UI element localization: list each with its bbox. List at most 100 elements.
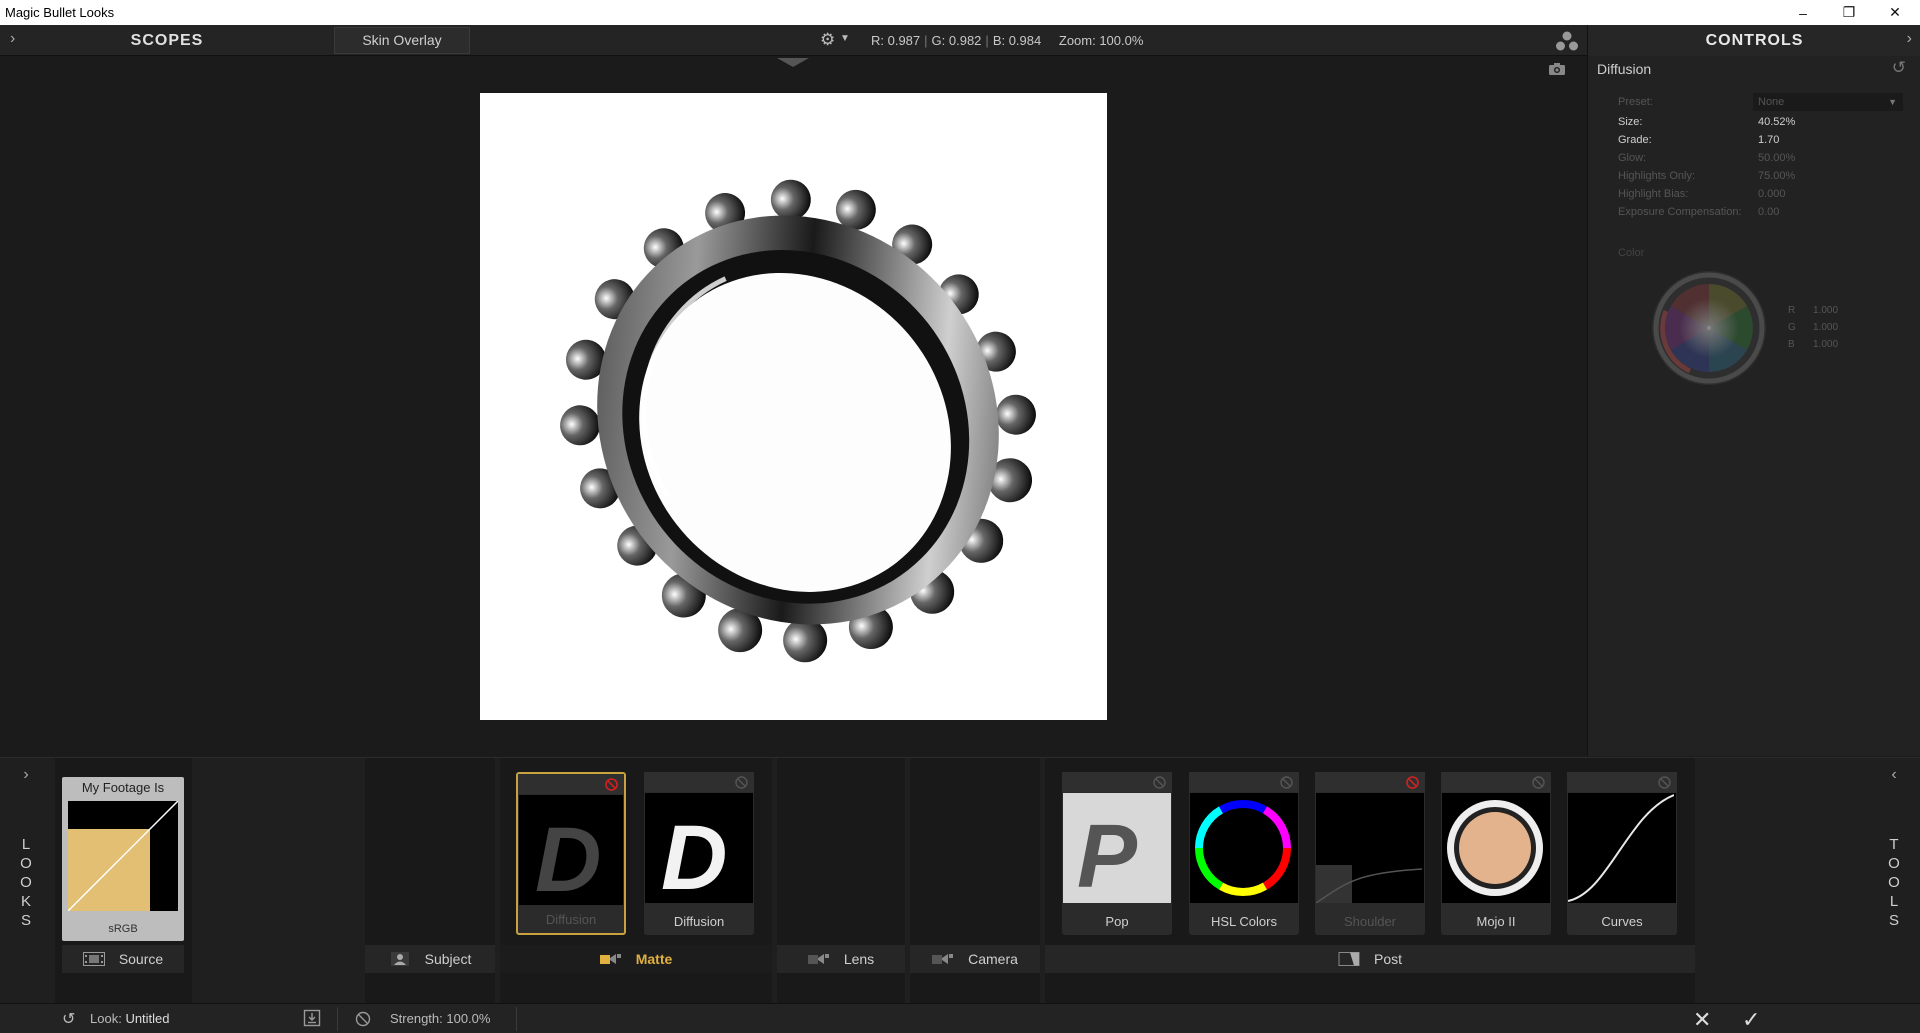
expand-looks-chevron-icon[interactable]: › bbox=[0, 766, 52, 784]
tool-thumbnail bbox=[1568, 793, 1676, 903]
source-label: Source bbox=[118, 951, 164, 967]
viewer-dropdown-arrow-icon[interactable] bbox=[777, 58, 809, 67]
post-category-button[interactable]: Post bbox=[1045, 945, 1695, 973]
cancel-icon[interactable]: ✕ bbox=[1693, 1007, 1711, 1033]
strength-bypass-icon[interactable] bbox=[355, 1011, 371, 1027]
highlight-bias-value[interactable]: 0.000 bbox=[1758, 188, 1786, 200]
tool-thumbnail bbox=[1442, 793, 1550, 903]
metallic-gear-ring-image bbox=[560, 179, 1036, 663]
color-wheel[interactable] bbox=[1650, 269, 1768, 387]
exposure-compensation-value[interactable]: 0.00 bbox=[1758, 206, 1779, 218]
close-window-button[interactable]: ✕ bbox=[1872, 0, 1918, 25]
settings-dropdown-arrow-icon[interactable]: ▼ bbox=[840, 33, 850, 44]
look-prefix: Look: bbox=[90, 1011, 122, 1026]
status-bar: ↺ Look: Untitled Strength: 100.0% ✕ ✓ bbox=[0, 1003, 1920, 1033]
look-name: Untitled bbox=[125, 1011, 170, 1026]
footage-card[interactable]: My Footage Is sRGB bbox=[62, 777, 184, 941]
disable-toggle-icon[interactable] bbox=[1532, 776, 1545, 789]
preset-dropdown[interactable]: None ▼ bbox=[1753, 93, 1903, 111]
snapshot-camera-icon[interactable] bbox=[1548, 62, 1566, 76]
camera-icon bbox=[932, 954, 954, 964]
tool-label: Shoulder bbox=[1343, 914, 1397, 929]
highlight-bias-label: Highlight Bias: bbox=[1618, 188, 1689, 200]
tool-label: Curves bbox=[1601, 914, 1643, 929]
tool-mojo-ii[interactable]: Mojo II bbox=[1441, 772, 1551, 935]
expand-tools-chevron-icon[interactable]: ‹ bbox=[1868, 766, 1920, 784]
scopes-label: SCOPES bbox=[130, 32, 204, 49]
lens-label: Lens bbox=[843, 951, 875, 967]
restore-button[interactable]: ❐ bbox=[1826, 0, 1872, 25]
divider bbox=[337, 1007, 338, 1031]
tool-hsl-colors[interactable]: HSL Colors bbox=[1189, 772, 1299, 935]
disable-toggle-icon[interactable] bbox=[1153, 776, 1166, 789]
pixel-readout: R: 0.987 | G: 0.982 | B: 0.984 Zoom: 100.0% bbox=[871, 33, 1144, 48]
settings-gear-icon[interactable]: ⚙ bbox=[820, 30, 835, 50]
tools-vertical-label: T O O L S bbox=[1888, 836, 1900, 929]
tool-diffusion-disabled[interactable]: D Diffusion bbox=[516, 772, 626, 935]
matte-label: Matte bbox=[635, 951, 673, 967]
lens-category-button[interactable]: Lens bbox=[777, 945, 905, 973]
film-strip-icon bbox=[82, 952, 105, 966]
tool-label: HSL Colors bbox=[1211, 914, 1277, 929]
image-viewer[interactable] bbox=[0, 56, 1586, 756]
person-icon bbox=[390, 952, 409, 966]
tool-label: Mojo II bbox=[1476, 914, 1516, 929]
blue-readout: B: 0.984 bbox=[992, 33, 1042, 48]
footage-colorspace: sRGB bbox=[108, 923, 138, 935]
exposure-compensation-label: Exposure Compensation: bbox=[1618, 206, 1742, 218]
glow-value[interactable]: 50.00% bbox=[1758, 152, 1795, 164]
disable-toggle-icon[interactable] bbox=[1280, 776, 1293, 789]
scopes-header[interactable]: › SCOPES bbox=[0, 25, 334, 56]
matte-category-button[interactable]: Matte bbox=[500, 945, 772, 973]
b-value[interactable]: 1.000 bbox=[1813, 339, 1838, 350]
preview-image bbox=[480, 93, 1107, 720]
subject-label: Subject bbox=[424, 951, 472, 967]
disabled-icon[interactable] bbox=[1406, 776, 1419, 789]
color-r-row: R 1.000 bbox=[1788, 305, 1838, 316]
collapse-controls-chevron-icon[interactable]: › bbox=[1907, 30, 1912, 48]
g-value[interactable]: 1.000 bbox=[1813, 322, 1838, 333]
highlights-only-label: Highlights Only: bbox=[1618, 170, 1696, 182]
disable-toggle-icon[interactable] bbox=[735, 776, 748, 789]
subject-category-button[interactable]: Subject bbox=[365, 945, 495, 973]
reset-icon[interactable]: ↺ bbox=[1892, 58, 1906, 78]
tool-thumbnail bbox=[1316, 793, 1424, 903]
r-value[interactable]: 1.000 bbox=[1813, 305, 1838, 316]
disabled-icon[interactable] bbox=[605, 778, 618, 791]
tool-label: Diffusion bbox=[673, 914, 725, 929]
controls-panel: Diffusion ↺ Preset: None ▼ Size: 40.52% … bbox=[1587, 56, 1920, 756]
undo-look-icon[interactable]: ↺ bbox=[62, 1009, 75, 1029]
looks-side-tab[interactable]: › L O O K S bbox=[0, 758, 52, 1004]
tool-diffusion[interactable]: D Diffusion bbox=[644, 772, 754, 935]
save-look-icon[interactable] bbox=[303, 1009, 321, 1027]
tool-pop[interactable]: P Pop bbox=[1062, 772, 1172, 935]
grade-value[interactable]: 1.70 bbox=[1758, 134, 1779, 146]
camera-label: Camera bbox=[968, 951, 1018, 967]
window-titlebar: Magic Bullet Looks – ❐ ✕ bbox=[0, 0, 1920, 25]
nodes-view-icon[interactable] bbox=[1555, 30, 1579, 52]
chevron-down-icon: ▼ bbox=[1888, 97, 1897, 107]
minimize-button[interactable]: – bbox=[1780, 0, 1826, 25]
post-label: Post bbox=[1373, 951, 1402, 967]
size-value[interactable]: 40.52% bbox=[1758, 116, 1795, 128]
highlights-only-value[interactable]: 75.00% bbox=[1758, 170, 1795, 182]
apply-check-icon[interactable]: ✓ bbox=[1742, 1007, 1760, 1033]
svg-text:P: P bbox=[1077, 807, 1138, 903]
color-b-row: B 1.000 bbox=[1788, 339, 1838, 350]
skin-overlay-button[interactable]: Skin Overlay bbox=[334, 27, 470, 54]
tool-shoulder-disabled[interactable]: Shoulder bbox=[1315, 772, 1425, 935]
look-name-field[interactable]: Look: Untitled bbox=[90, 1011, 170, 1026]
tools-side-tab[interactable]: ‹ T O O L S bbox=[1868, 758, 1920, 1004]
g-label: G bbox=[1788, 322, 1796, 333]
looks-vertical-label: L O O K S bbox=[20, 836, 32, 929]
disable-toggle-icon[interactable] bbox=[1658, 776, 1671, 789]
top-toolbar: › SCOPES Skin Overlay ⚙ ▼ R: 0.987 | G: 0.… bbox=[0, 25, 1920, 56]
lens-icon bbox=[807, 954, 829, 964]
camera-category-button[interactable]: Camera bbox=[910, 945, 1040, 973]
svg-text:D: D bbox=[661, 807, 727, 903]
source-category-button[interactable]: Source bbox=[62, 945, 184, 973]
strength-value[interactable]: Strength: 100.0% bbox=[390, 1011, 490, 1026]
tool-thumbnail: D bbox=[645, 793, 753, 903]
tool-curves[interactable]: Curves bbox=[1567, 772, 1677, 935]
controls-label: CONTROLS bbox=[1705, 32, 1804, 49]
